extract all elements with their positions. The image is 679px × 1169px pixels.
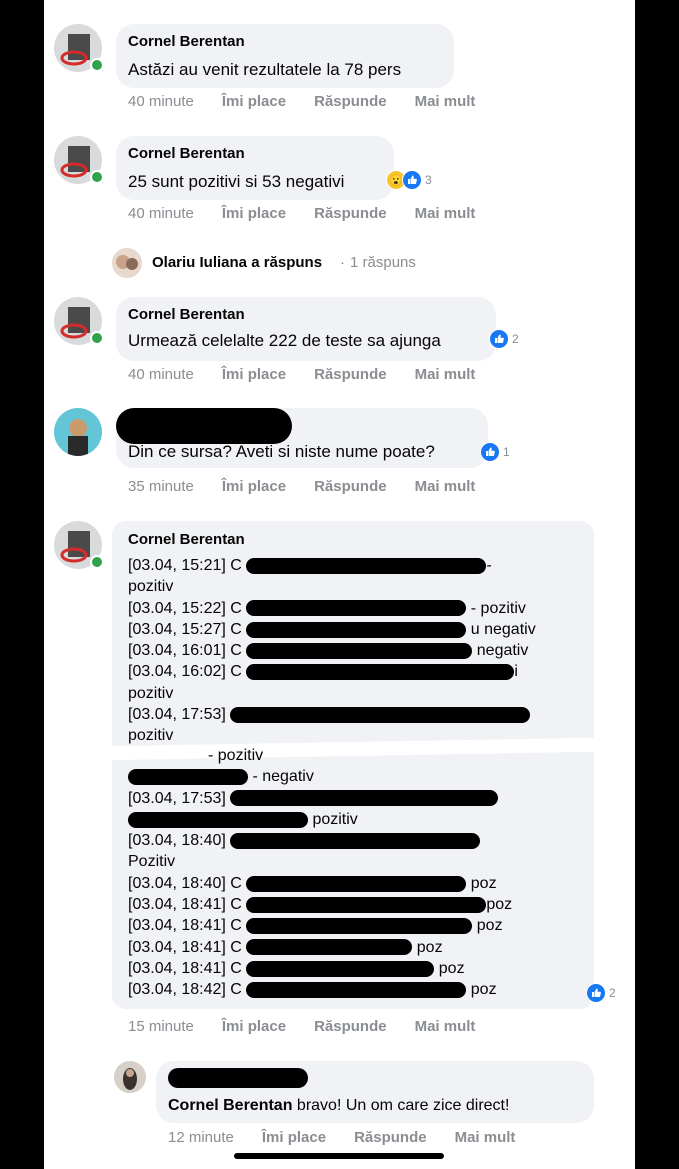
comment-author[interactable]: Cornel Berentan [128,306,245,323]
result-line: [03.04, 15:22] C - pozitiv [128,599,526,617]
result-line: Pozitiv [128,853,176,871]
replies-text[interactable]: Olariu Iuliana a răspuns [152,254,322,271]
result-line: - pozitiv [208,747,264,764]
test-results-list-part1: [03.04, 15:21] C - pozitiv [03.04, 15:22… [128,555,536,747]
result-line: [03.04, 16:02] C i [128,663,518,681]
result-line: pozitiv [128,809,512,830]
reaction-summary[interactable]: 1 [480,442,510,462]
mention-link[interactable]: Cornel Berentan [168,1097,292,1114]
result-line: pozitiv [128,684,174,702]
comment-time[interactable]: 35 minute [128,478,194,495]
home-indicator[interactable] [234,1153,444,1159]
result-line: [03.04, 18:40] C poz [128,874,497,892]
online-status-icon [90,555,104,569]
reaction-count: 3 [425,173,432,187]
comment-time[interactable]: 40 minute [128,205,194,222]
like-button[interactable]: Îmi place [222,1018,286,1035]
comment-text: Astăzi au venit rezultatele la 78 pers [128,60,402,79]
result-line: [03.04, 17:53] [128,704,536,725]
comment-time[interactable]: 40 minute [128,93,194,110]
like-button[interactable]: Îmi place [262,1129,326,1146]
comment-author[interactable]: Cornel Berentan [128,145,245,162]
reply-button[interactable]: Răspunde [314,1018,387,1035]
result-line: [03.04, 17:53] [128,788,512,809]
comment-bubble: Cornel Berentan bravo! Un om care zice d… [156,1061,594,1123]
result-line: [03.04, 18:42] C poz [128,981,497,999]
redacted-author-name [168,1068,308,1088]
comment-time[interactable]: 15 minute [128,1018,194,1035]
test-results-list-part2: - pozitiv - negativ [03.04, 17:53] pozit… [128,745,512,1001]
comment-bubble: Cornel Berentan 25 sunt pozitivi si 53 n… [116,136,394,200]
profile-photo-icon [54,408,102,456]
reaction-summary[interactable]: 😮 3 [386,170,432,190]
more-button[interactable]: Mai mult [455,1129,516,1146]
reaction-count: 2 [609,986,616,1000]
avatar[interactable] [54,408,102,456]
avatar[interactable] [114,1061,146,1093]
comment-bubble: Cornel Berentan Urmează celelalte 222 de… [116,297,496,361]
result-line: [03.04, 18:40] [128,830,512,851]
comment-text: Cornel Berentan bravo! Un om care zice d… [168,1097,510,1114]
profile-photo-icon [114,1061,146,1093]
reply-button[interactable]: Răspunde [314,366,387,383]
comment-actions: 15 minute Îmi place Răspunde Mai mult [128,1018,503,1035]
reply-button[interactable]: Răspunde [354,1129,427,1146]
online-status-icon [90,58,104,72]
result-line: - negativ [128,766,512,787]
replies-separator: · [340,254,345,271]
more-button[interactable]: Mai mult [415,93,476,110]
comment-time[interactable]: 12 minute [168,1129,234,1146]
more-button[interactable]: Mai mult [415,478,476,495]
like-reaction-icon [480,442,500,462]
comment-bubble: Cornel Berentan [03.04, 15:21] C - pozit… [100,521,600,1009]
comment-text: 25 sunt pozitivi si 53 negativi [128,172,345,191]
more-button[interactable]: Mai mult [415,205,476,222]
reaction-count: 1 [503,445,510,459]
replier-avatar [112,248,142,278]
like-reaction-icon [402,170,422,190]
comment-actions: 40 minute Îmi place Răspunde Mai mult [128,366,503,383]
online-status-icon [90,170,104,184]
result-line: [03.04, 15:27] C u negativ [128,620,536,638]
like-button[interactable]: Îmi place [222,478,286,495]
redacted-author-name [116,408,292,444]
reaction-summary[interactable]: 2 [586,983,616,1003]
reply-button[interactable]: Răspunde [314,93,387,110]
more-button[interactable]: Mai mult [415,366,476,383]
comment-bubble: Cornel Berentan Astăzi au venit rezultat… [116,24,454,88]
comment-author[interactable]: Cornel Berentan [128,33,245,50]
result-line: [03.04, 15:21] C - [128,557,492,574]
result-line: [03.04, 18:41] C poz [128,938,443,956]
comment-actions: 35 minute Îmi place Răspunde Mai mult [128,478,503,495]
result-line: pozitiv [128,578,174,596]
comment-actions: 12 minute Îmi place Răspunde Mai mult [168,1129,543,1146]
reaction-summary[interactable]: 2 [489,329,519,349]
like-reaction-icon [586,983,606,1003]
result-line: [03.04, 16:01] C negativ [128,642,529,660]
result-line: [03.04, 18:41] C poz [128,959,465,977]
comment-text: Urmează celelalte 222 de teste sa ajunga [128,331,441,350]
reaction-count: 2 [512,332,519,346]
result-line: [03.04, 18:41] C poz [128,896,513,914]
comment-author[interactable]: Cornel Berentan [128,531,245,548]
comments-panel: Cornel Berentan Astăzi au venit rezultat… [44,0,635,1169]
like-button[interactable]: Îmi place [222,366,286,383]
reply-button[interactable]: Răspunde [314,205,387,222]
like-button[interactable]: Îmi place [222,205,286,222]
reply-button[interactable]: Răspunde [314,478,387,495]
like-button[interactable]: Îmi place [222,93,286,110]
comment-actions: 40 minute Îmi place Răspunde Mai mult [128,93,503,110]
comment-actions: 40 minute Îmi place Răspunde Mai mult [128,205,503,222]
comment-time[interactable]: 40 minute [128,366,194,383]
online-status-icon [90,331,104,345]
like-reaction-icon [489,329,509,349]
replies-count[interactable]: 1 răspuns [350,254,416,271]
comment-text: Din ce sursa? Aveti si niste nume poate? [128,442,435,461]
result-line: [03.04, 18:41] C poz [128,917,503,935]
profile-photo-icon [112,248,142,278]
more-button[interactable]: Mai mult [415,1018,476,1035]
